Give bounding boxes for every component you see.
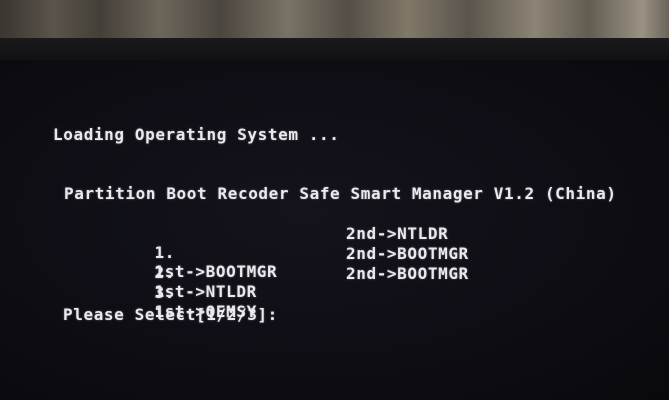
monitor-bezel [0,38,669,62]
boot-option-3-second: 2nd->BOOTMGR [346,264,469,283]
background-curtain [0,0,669,42]
boot-screen [0,60,669,400]
select-prompt[interactable]: Please Select[1/2/3]: [63,305,278,324]
boot-option-1-second: 2nd->NTLDR [346,224,449,243]
option-number: 3. [154,283,175,302]
manager-title: Partition Boot Recoder Safe Smart Manage… [64,184,617,203]
boot-option-2-second: 2nd->BOOTMGR [346,244,469,263]
loading-text: Loading Operating System ... [53,125,340,144]
